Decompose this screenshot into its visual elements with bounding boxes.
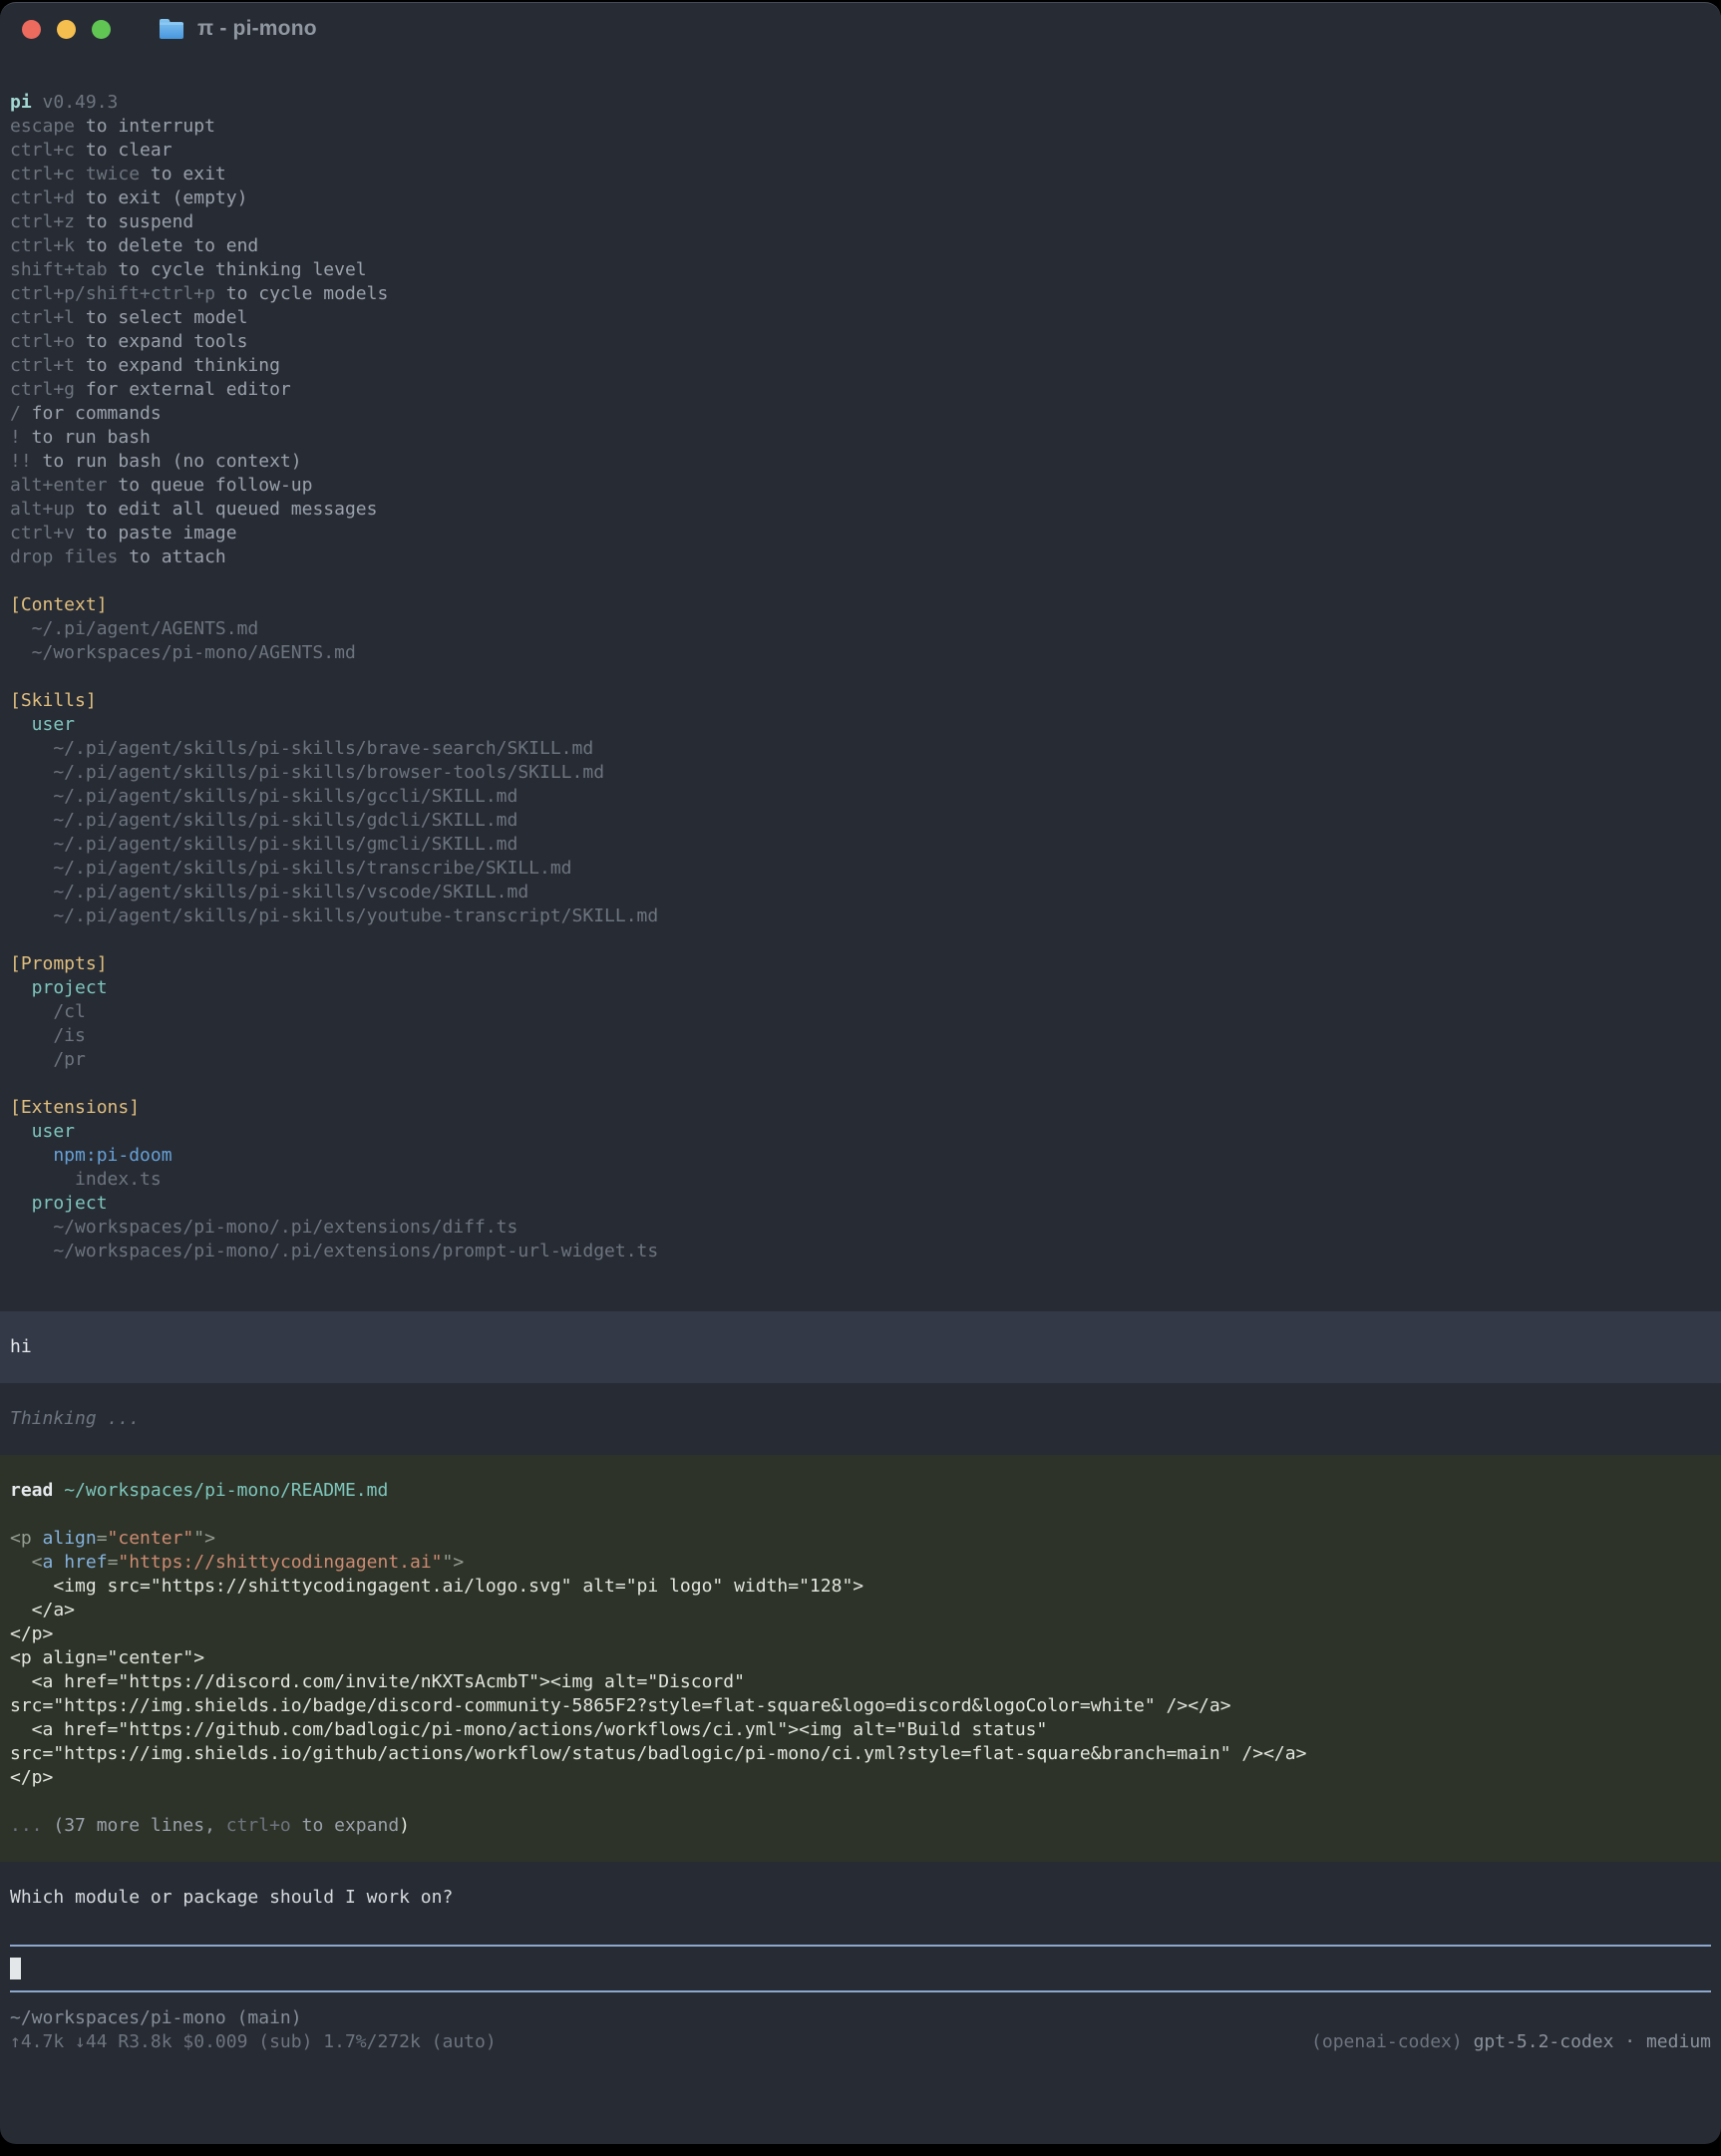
section-header: [Context] <box>10 593 1711 617</box>
user-message-block: hi <box>0 1311 1721 1383</box>
expand-hint-line: ... (37 more lines, ctrl+o to expand) <box>10 1814 1711 1838</box>
code-line: <a href="https://github.com/badlogic/pi-… <box>10 1718 1711 1742</box>
zoom-button[interactable] <box>92 20 111 39</box>
shortcut-row: ctrl+o to expand tools <box>10 330 1711 354</box>
section-row: ~/workspaces/pi-mono/.pi/extensions/prom… <box>10 1240 1711 1263</box>
section-row: ~/workspaces/pi-mono/.pi/extensions/diff… <box>10 1216 1711 1240</box>
shortcut-row: ctrl+l to select model <box>10 306 1711 330</box>
code-line: <img src="https://shittycodingagent.ai/l… <box>10 1575 1711 1599</box>
tool-call-header: read ~/workspaces/pi-mono/README.md <box>10 1479 1711 1503</box>
section-prompts: [Prompts]project/cl/is/pr <box>10 952 1711 1072</box>
prompt-input[interactable] <box>10 1945 1711 1992</box>
section-row: ~/.pi/agent/skills/pi-skills/gccli/SKILL… <box>10 785 1711 809</box>
terminal-window: π - pi-mono pi v0.49.3 escape to interru… <box>0 2 1721 2144</box>
shortcut-row: ! to run bash <box>10 426 1711 450</box>
terminal-content: pi v0.49.3 escape to interruptctrl+c to … <box>0 55 1721 2054</box>
model-name: gpt-5.2-codex · medium <box>1474 2031 1711 2052</box>
code-line: src="https://img.shields.io/github/actio… <box>10 1742 1711 1766</box>
app-name: pi <box>10 92 32 113</box>
section-row: ~/.pi/agent/skills/pi-skills/gdcli/SKILL… <box>10 809 1711 833</box>
section-header: [Prompts] <box>10 952 1711 976</box>
shortcut-row: ctrl+p/shift+ctrl+p to cycle models <box>10 282 1711 306</box>
minimize-button[interactable] <box>57 20 76 39</box>
shortcut-row: ctrl+g for external editor <box>10 378 1711 402</box>
section-row: /cl <box>10 1000 1711 1024</box>
section-row: index.ts <box>10 1168 1711 1192</box>
section-row: project <box>10 1192 1711 1216</box>
code-line: <a href="https://discord.com/invite/nKXT… <box>10 1670 1711 1694</box>
shortcut-row: escape to interrupt <box>10 115 1711 139</box>
shortcut-list: escape to interruptctrl+c to clearctrl+c… <box>10 115 1711 569</box>
shortcut-row: ctrl+v to paste image <box>10 522 1711 545</box>
tool-output-code: <p align="center""> <a href="https://shi… <box>10 1527 1711 1790</box>
user-message: hi <box>10 1335 1711 1359</box>
shortcut-row: / for commands <box>10 402 1711 426</box>
shortcut-row: ctrl+k to delete to end <box>10 234 1711 258</box>
shortcut-row: alt+enter to queue follow-up <box>10 474 1711 498</box>
code-line: </p> <box>10 1622 1711 1646</box>
code-line: src="https://img.shields.io/badge/discor… <box>10 1694 1711 1718</box>
titlebar: π - pi-mono <box>0 3 1721 55</box>
tool-arg-spacer <box>53 1480 64 1501</box>
model-info: (openai-codex) gpt-5.2-codex · medium <box>1311 2030 1711 2054</box>
cwd-branch: ~/workspaces/pi-mono (main) <box>10 2006 302 2030</box>
window-title: π - pi-mono <box>197 17 317 41</box>
close-button[interactable] <box>22 20 41 39</box>
section-row: /pr <box>10 1048 1711 1072</box>
section-row: /is <box>10 1024 1711 1048</box>
status-row-usage: ↑4.7k ↓44 R3.8k $0.009 (sub) 1.7%/272k (… <box>10 2030 1711 2054</box>
status-bar: ~/workspaces/pi-mono (main) ↑4.7k ↓44 R3… <box>10 2006 1711 2054</box>
traffic-lights <box>22 20 111 39</box>
section-row: ~/.pi/agent/skills/pi-skills/transcribe/… <box>10 857 1711 881</box>
section-row: npm:pi-doom <box>10 1144 1711 1168</box>
shortcut-row: !! to run bash (no context) <box>10 450 1711 474</box>
code-line: </p> <box>10 1766 1711 1790</box>
info-sections: [Context]~/.pi/agent/AGENTS.md~/workspac… <box>10 593 1711 1263</box>
shortcut-row: drop files to attach <box>10 545 1711 569</box>
section-row: ~/workspaces/pi-mono/AGENTS.md <box>10 641 1711 665</box>
shortcut-row: ctrl+d to exit (empty) <box>10 186 1711 210</box>
shortcut-row: ctrl+c twice to exit <box>10 163 1711 186</box>
section-row: ~/.pi/agent/skills/pi-skills/brave-searc… <box>10 737 1711 761</box>
text-cursor <box>10 1958 21 1979</box>
code-line: <a href="https://shittycodingagent.ai""> <box>10 1551 1711 1575</box>
section-row: ~/.pi/agent/skills/pi-skills/gmcli/SKILL… <box>10 833 1711 857</box>
section-row: ~/.pi/agent/skills/pi-skills/vscode/SKIL… <box>10 881 1711 904</box>
code-line: <p align="center""> <box>10 1527 1711 1551</box>
prompt-input-line <box>10 1957 1711 1980</box>
tool-call-block: read ~/workspaces/pi-mono/README.md <p a… <box>0 1455 1721 1862</box>
app-banner: pi v0.49.3 <box>10 91 1711 115</box>
token-usage: ↑4.7k ↓44 R3.8k $0.009 (sub) 1.7%/272k (… <box>10 2030 497 2054</box>
section-row: ~/.pi/agent/AGENTS.md <box>10 617 1711 641</box>
section-context: [Context]~/.pi/agent/AGENTS.md~/workspac… <box>10 593 1711 665</box>
assistant-message: Which module or package should I work on… <box>10 1886 1711 1910</box>
tool-name: read <box>10 1480 53 1501</box>
shortcut-row: shift+tab to cycle thinking level <box>10 258 1711 282</box>
thinking-indicator: Thinking ... <box>10 1407 1711 1431</box>
section-extensions: [Extensions]usernpm:pi-doomindex.tsproje… <box>10 1096 1711 1263</box>
section-row: user <box>10 1120 1711 1144</box>
app-version <box>32 92 43 113</box>
model-provider: (openai-codex) <box>1311 2031 1474 2052</box>
section-row: ~/.pi/agent/skills/pi-skills/youtube-tra… <box>10 904 1711 928</box>
section-row: project <box>10 976 1711 1000</box>
section-row: user <box>10 713 1711 737</box>
status-row-cwd: ~/workspaces/pi-mono (main) <box>10 2006 1711 2030</box>
section-row: ~/.pi/agent/skills/pi-skills/browser-too… <box>10 761 1711 785</box>
shortcut-row: ctrl+z to suspend <box>10 210 1711 234</box>
folder-icon <box>158 17 185 41</box>
shortcut-row: ctrl+c to clear <box>10 139 1711 163</box>
shortcut-row: ctrl+t to expand thinking <box>10 354 1711 378</box>
tool-arg: ~/workspaces/pi-mono/README.md <box>64 1480 388 1501</box>
section-header: [Extensions] <box>10 1096 1711 1120</box>
code-line: <p align="center"> <box>10 1646 1711 1670</box>
code-line: </a> <box>10 1599 1711 1622</box>
shortcut-row: alt+up to edit all queued messages <box>10 498 1711 522</box>
section-skills: [Skills]user~/.pi/agent/skills/pi-skills… <box>10 689 1711 928</box>
section-header: [Skills] <box>10 689 1711 713</box>
